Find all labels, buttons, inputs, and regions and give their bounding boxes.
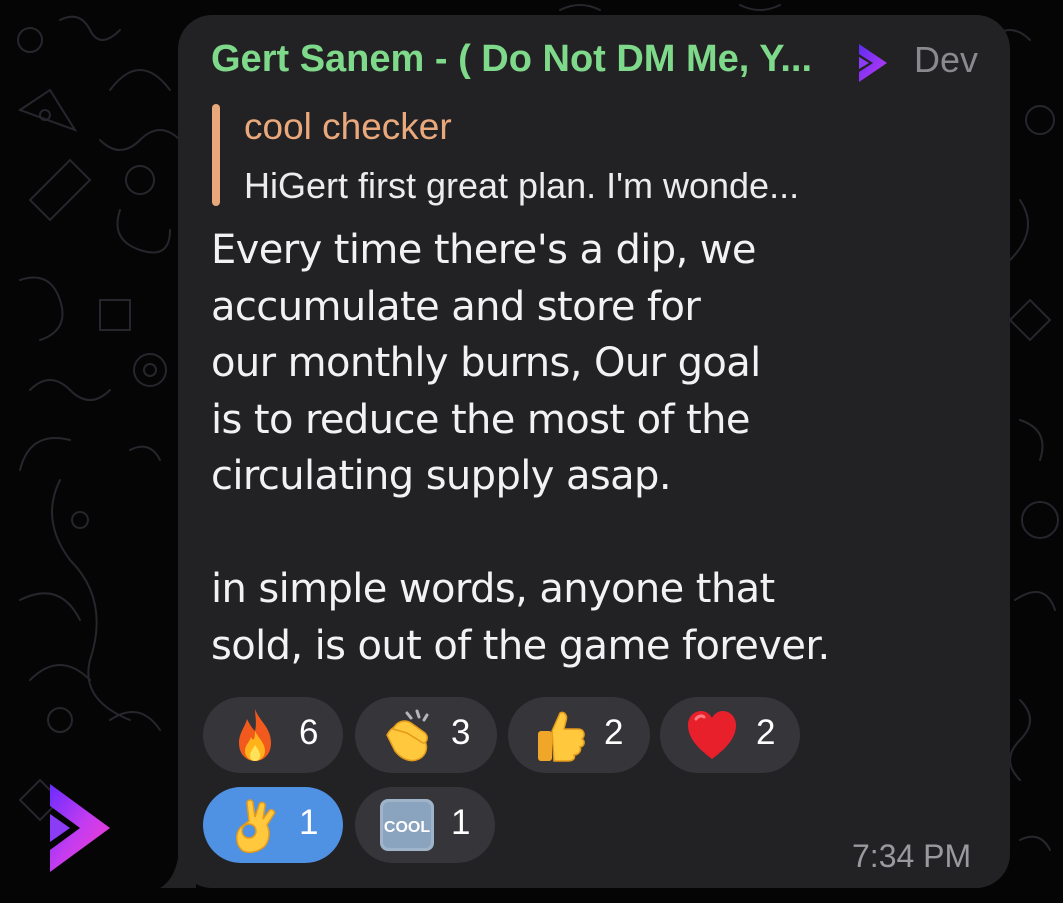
- reaction-count: 3: [451, 713, 471, 752]
- cool-label: COOL: [384, 819, 430, 836]
- sender-row: Gert Sanem - ( Do Not DM Me, Y... Dev: [211, 36, 991, 88]
- reaction-thumbs-up[interactable]: 2: [508, 697, 650, 773]
- reaction-count: 6: [299, 713, 319, 752]
- clap-icon: [386, 709, 429, 762]
- reply-snippet: HiGert first great plan. I'm wonde...: [244, 165, 800, 206]
- chat-screen: Gert Sanem - ( Do Not DM Me, Y... Dev co…: [0, 0, 1063, 903]
- sender-avatar[interactable]: [44, 780, 114, 876]
- reaction-count: 1: [451, 803, 471, 842]
- reaction-count: 1: [299, 803, 319, 842]
- reply-accent-bar: [212, 104, 220, 206]
- reaction-clap[interactable]: 3: [355, 697, 497, 773]
- reaction-count: 2: [756, 713, 776, 752]
- heart-icon: [688, 711, 736, 759]
- reply-author: cool checker: [244, 106, 452, 147]
- thumbs-up-icon: [538, 711, 585, 762]
- reaction-heart[interactable]: 2: [660, 697, 800, 773]
- message-body: Every time there's a dip, we accumulate …: [211, 227, 830, 669]
- fire-icon: [239, 709, 271, 761]
- sender-role-badge: Dev: [914, 39, 979, 80]
- cool-icon: COOL: [380, 799, 434, 851]
- reaction-count: 2: [604, 713, 624, 752]
- brand-logo-icon: [859, 44, 887, 82]
- reaction-cool[interactable]: COOL 1: [355, 787, 495, 863]
- reply-quote[interactable]: cool checker HiGert first great plan. I'…: [212, 104, 952, 206]
- reaction-fire[interactable]: 6: [203, 697, 343, 773]
- reaction-ok-hand[interactable]: 1: [203, 787, 343, 863]
- sender-name[interactable]: Gert Sanem - ( Do Not DM Me, Y...: [211, 38, 812, 81]
- message-time: 7:34 PM: [852, 838, 972, 874]
- ok-hand-icon: [236, 799, 276, 854]
